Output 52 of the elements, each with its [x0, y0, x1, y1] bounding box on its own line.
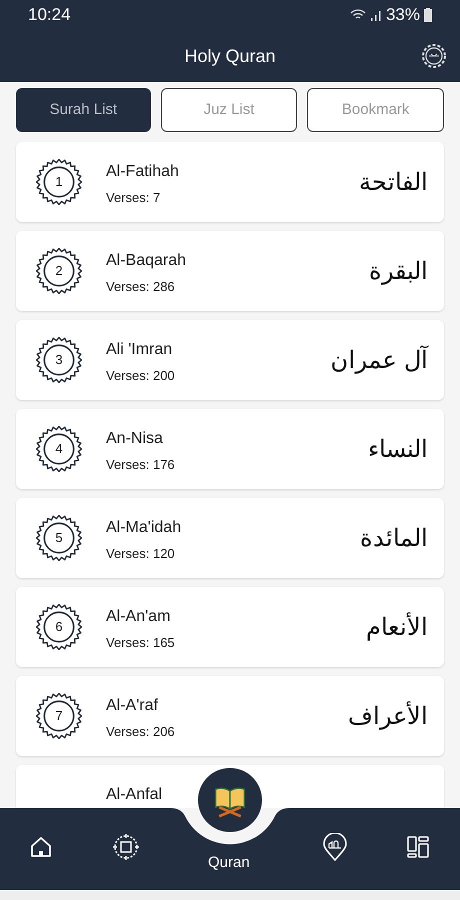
surah-name: Ali 'Imran: [106, 340, 172, 360]
arabic-name: البقرة: [369, 256, 428, 287]
badge-frame-icon: [36, 248, 82, 294]
battery-icon: [424, 8, 432, 22]
arabic-name: المائدة: [360, 523, 428, 554]
signal-icon: [370, 9, 382, 21]
surah-name: An-Nisa: [106, 429, 163, 449]
dashboard-icon: [406, 835, 430, 859]
surah-name: Al-Ma'idah: [106, 518, 182, 538]
settings-button[interactable]: [420, 42, 448, 70]
surah-name: Al-A'raf: [106, 696, 158, 716]
verse-count: Verses: 200: [106, 367, 175, 385]
arabic-name: الفاتحة: [359, 167, 428, 198]
location-pin-icon: [322, 833, 348, 861]
more-tab[interactable]: [406, 835, 430, 859]
badge-frame-icon: [36, 426, 82, 472]
verse-count: Verses: 286: [106, 278, 175, 296]
tab[interactable]: Surah List: [16, 88, 151, 132]
home-icon: [29, 835, 53, 859]
arabic-name: النساء: [368, 434, 428, 465]
surah-name: Al-Anfal: [106, 785, 162, 805]
home-tab[interactable]: [29, 835, 53, 859]
verse-count: Verses: 176: [106, 456, 175, 474]
surah-name: Al-An'am: [106, 607, 170, 627]
arabic-name: الأنعام: [366, 611, 428, 643]
surah-name: Al-Fatihah: [106, 162, 179, 182]
arabic-name: الأعراف: [348, 700, 428, 732]
battery-percent: 33%: [386, 4, 420, 26]
badge-frame-icon: [36, 159, 82, 205]
settings-icon: [420, 42, 448, 70]
badge-frame-icon: [36, 693, 82, 739]
wifi-icon: [350, 9, 366, 21]
verse-count: Verses: 7: [106, 189, 160, 207]
surah-number: 5: [54, 530, 64, 546]
badge-frame-icon: [36, 515, 82, 561]
surah-number: 4: [54, 441, 64, 457]
mosque-location-tab[interactable]: [322, 833, 348, 861]
surah-number: 2: [54, 263, 64, 279]
surah-number: 7: [54, 708, 64, 724]
surah-number: 3: [54, 352, 64, 368]
surah-number: 6: [54, 619, 64, 635]
badge-frame-icon: [36, 604, 82, 650]
arabic-name: آل عمران: [330, 344, 428, 376]
badge-frame-icon: [36, 337, 82, 383]
verse-count: Verses: 120: [106, 545, 175, 563]
surah-name: Al-Baqarah: [106, 251, 186, 271]
status-time: 10:24: [28, 4, 71, 26]
quran-label: Quran: [208, 853, 250, 873]
verse-count: Verses: 206: [106, 723, 175, 741]
app-title: Holy Quran: [184, 44, 276, 68]
surah-number: 1: [54, 174, 64, 190]
verse-count: Verses: 165: [106, 634, 175, 652]
